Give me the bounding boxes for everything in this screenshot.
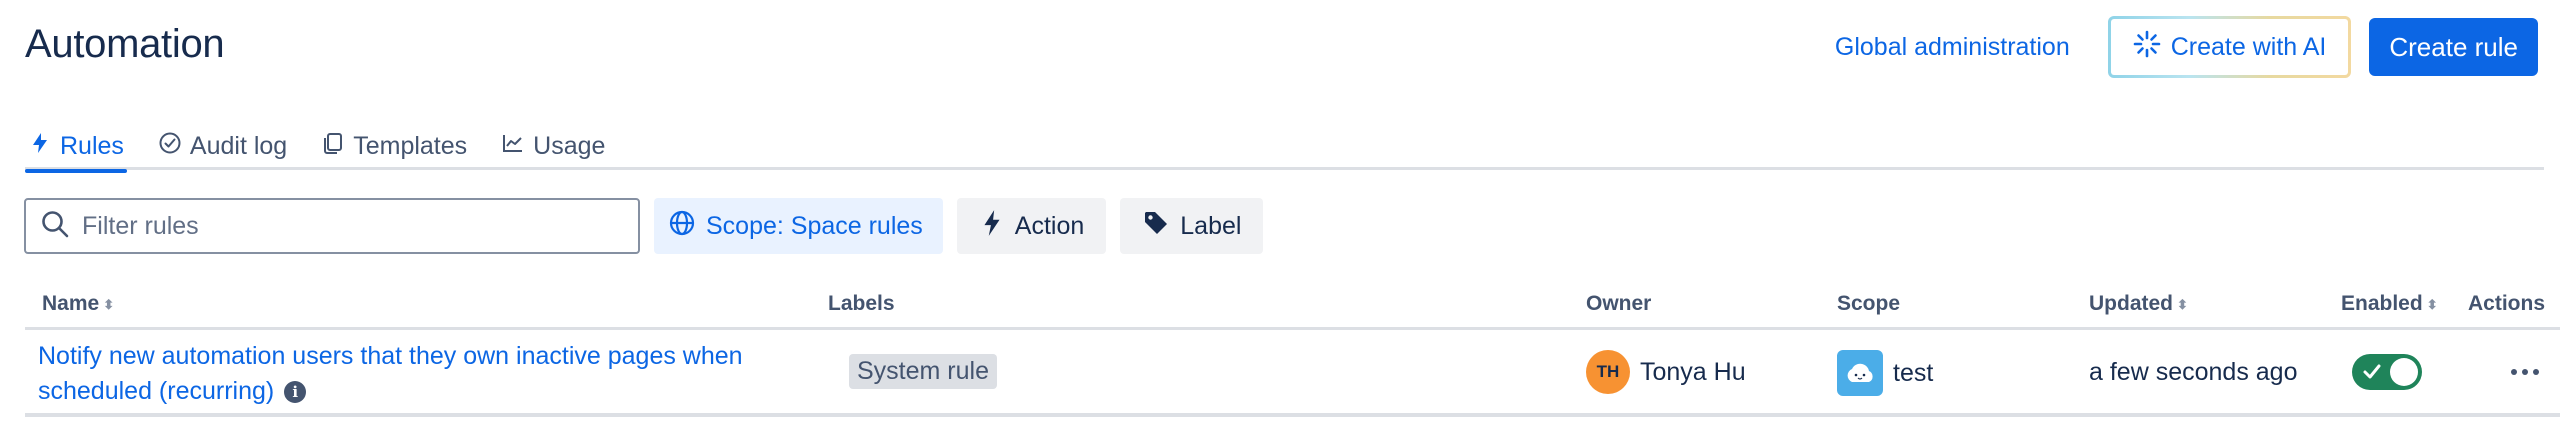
dot bbox=[2533, 369, 2539, 375]
dot bbox=[2522, 369, 2528, 375]
action-filter-button[interactable]: Action bbox=[956, 198, 1107, 254]
column-labels: Labels bbox=[828, 292, 895, 315]
owner-cell: TH Tonya Hu bbox=[1586, 350, 1746, 394]
owner-name: Tonya Hu bbox=[1640, 357, 1746, 386]
check-icon bbox=[2362, 361, 2382, 388]
enabled-toggle[interactable] bbox=[2352, 354, 2422, 390]
page-title: Automation bbox=[25, 22, 225, 66]
tab-label: Audit log bbox=[189, 131, 288, 160]
column-actions: Actions bbox=[2468, 292, 2546, 315]
global-administration-link[interactable]: Global administration bbox=[1815, 16, 2090, 78]
scope-name[interactable]: test bbox=[1893, 359, 1933, 388]
space-cloud-icon bbox=[1837, 350, 1883, 396]
rule-name-cell: Notify new automation users that they ow… bbox=[38, 339, 798, 409]
updated-cell: a few seconds ago bbox=[2089, 358, 2298, 386]
tab-label: Templates bbox=[353, 131, 468, 160]
tab-audit-log[interactable]: Audit log bbox=[155, 122, 290, 170]
action-filter-label: Action bbox=[1014, 211, 1085, 240]
search-icon bbox=[40, 209, 70, 244]
scope-filter-button[interactable]: Scope: Space rules bbox=[654, 198, 943, 254]
check-circle-icon bbox=[158, 131, 182, 162]
rules-table: Name ⬍ Labels Owner Scope Updated ⬍ Enab… bbox=[25, 290, 2560, 417]
sort-icon: ⬍ bbox=[2177, 296, 2188, 312]
tag-icon bbox=[1142, 209, 1170, 244]
scope-cell: test bbox=[1837, 350, 1933, 396]
column-owner: Owner bbox=[1586, 292, 1652, 315]
filter-search bbox=[24, 198, 640, 254]
column-scope: Scope bbox=[1837, 292, 1901, 315]
sort-icon: ⬍ bbox=[2426, 296, 2438, 312]
tab-usage[interactable]: Usage bbox=[498, 122, 608, 170]
header-actions: Global administration Create with AI Cre… bbox=[1815, 16, 2538, 78]
dot bbox=[2511, 369, 2517, 375]
filter-bar: Scope: Space rules Action Label bbox=[24, 198, 1264, 254]
tab-rules[interactable]: Rules bbox=[25, 122, 127, 173]
filter-rules-input[interactable] bbox=[82, 211, 624, 241]
copy-icon bbox=[321, 131, 345, 162]
label-filter-button[interactable]: Label bbox=[1120, 198, 1264, 254]
chart-icon bbox=[501, 131, 525, 162]
table-row: Notify new automation users that they ow… bbox=[25, 330, 2560, 417]
column-name[interactable]: Name ⬍ bbox=[42, 292, 114, 316]
globe-icon bbox=[668, 209, 696, 244]
rule-label-tag[interactable]: System rule bbox=[849, 354, 997, 389]
lightning-icon bbox=[28, 131, 52, 162]
column-updated[interactable]: Updated ⬍ bbox=[2089, 292, 2188, 316]
info-icon[interactable]: i bbox=[284, 381, 307, 404]
lightning-icon bbox=[979, 209, 1005, 244]
create-rule-button[interactable]: Create rule bbox=[2369, 18, 2538, 76]
table-header: Name ⬍ Labels Owner Scope Updated ⬍ Enab… bbox=[25, 290, 2560, 330]
tab-label: Rules bbox=[60, 131, 124, 160]
ai-sparkle-icon bbox=[2133, 30, 2161, 65]
toggle-knob bbox=[2390, 358, 2418, 386]
create-with-ai-label: Create with AI bbox=[2170, 32, 2327, 61]
create-with-ai-button[interactable]: Create with AI bbox=[2108, 16, 2352, 78]
rule-name-link[interactable]: Notify new automation users that they ow… bbox=[38, 342, 743, 405]
label-filter-label: Label bbox=[1180, 211, 1242, 240]
tab-bar: Rules Audit log Templates Usage bbox=[25, 122, 2544, 173]
tab-templates[interactable]: Templates bbox=[318, 122, 470, 170]
more-actions-icon[interactable] bbox=[2505, 352, 2545, 392]
sort-icon: ⬍ bbox=[103, 296, 115, 312]
tab-label: Usage bbox=[533, 131, 606, 160]
scope-filter-label: Scope: Space rules bbox=[706, 211, 923, 240]
avatar: TH bbox=[1586, 350, 1630, 394]
column-enabled[interactable]: Enabled ⬍ bbox=[2341, 292, 2438, 316]
